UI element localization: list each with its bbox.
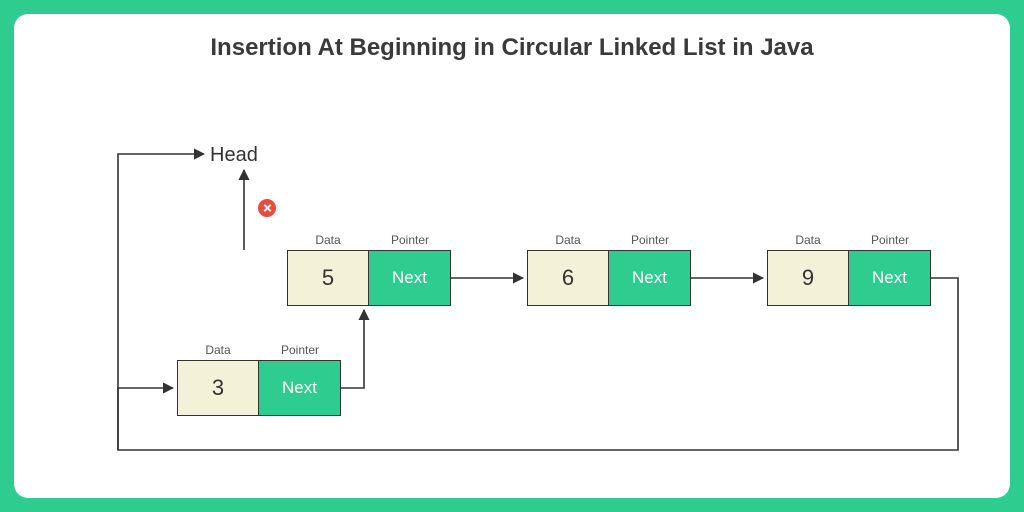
col-label-pointer: Pointer: [849, 233, 931, 247]
col-label-pointer: Pointer: [259, 343, 341, 357]
cross-icon: [258, 199, 276, 217]
node-9: Data Pointer 9 Next: [767, 250, 931, 306]
col-label-data: Data: [177, 343, 259, 357]
col-label-data: Data: [527, 233, 609, 247]
head-label: Head: [210, 144, 258, 167]
node-3-pointer: Next: [259, 360, 341, 416]
node-6-pointer: Next: [609, 250, 691, 306]
node-5: Data Pointer 5 Next: [287, 250, 451, 306]
node-9-pointer: Next: [849, 250, 931, 306]
node-5-data: 5: [287, 250, 369, 306]
col-label-pointer: Pointer: [609, 233, 691, 247]
node-9-data: 9: [767, 250, 849, 306]
node-6-data: 6: [527, 250, 609, 306]
col-label-data: Data: [767, 233, 849, 247]
arrow-3-to-5: [341, 310, 364, 388]
node-3-data: 3: [177, 360, 259, 416]
node-3-new: Data Pointer 3 Next: [177, 360, 341, 416]
diagram-title: Insertion At Beginning in Circular Linke…: [14, 34, 1010, 62]
node-5-pointer: Next: [369, 250, 451, 306]
col-label-data: Data: [287, 233, 369, 247]
node-6: Data Pointer 6 Next: [527, 250, 691, 306]
diagram-card: Insertion At Beginning in Circular Linke…: [14, 14, 1010, 498]
col-label-pointer: Pointer: [369, 233, 451, 247]
